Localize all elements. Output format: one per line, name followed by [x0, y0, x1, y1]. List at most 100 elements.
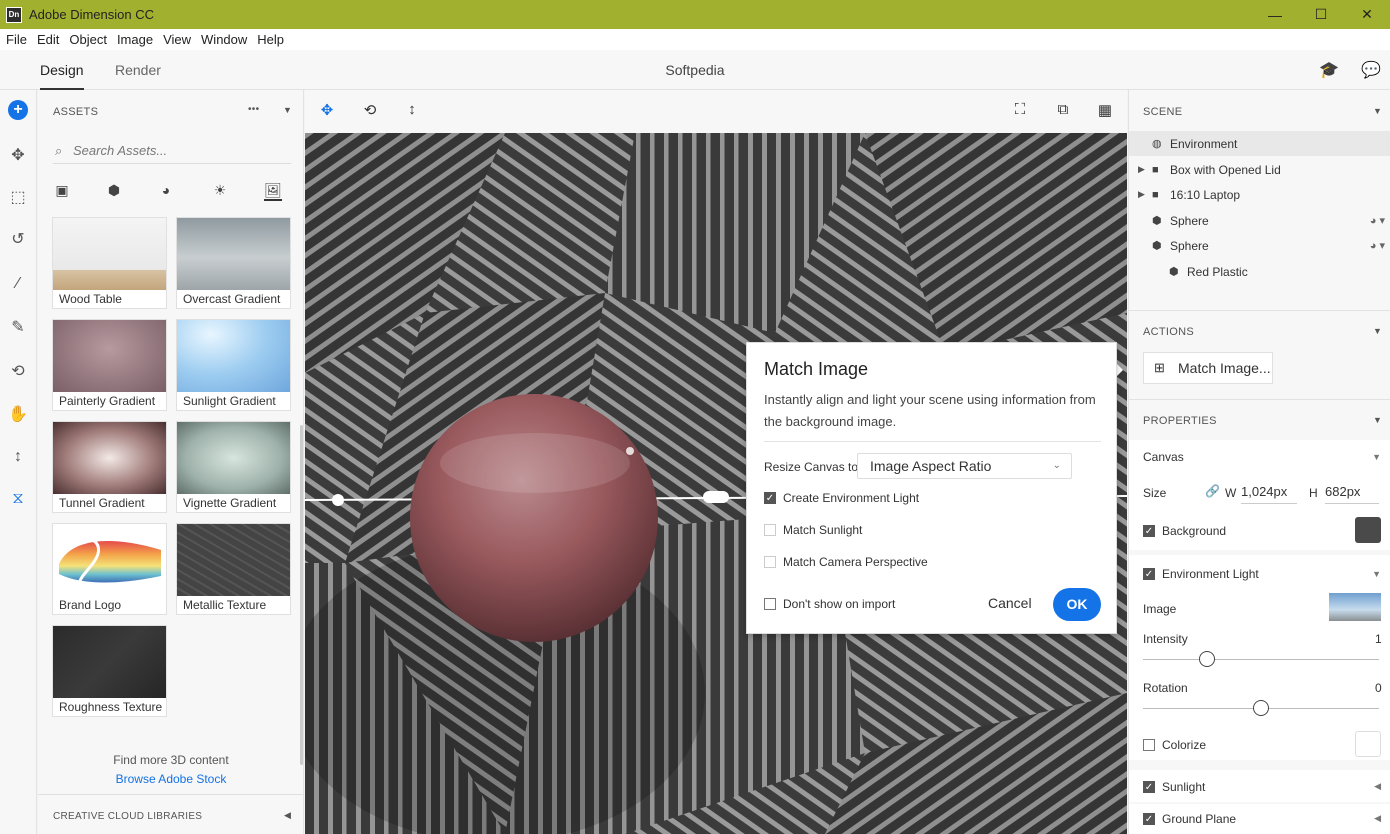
- properties-collapse-icon[interactable]: ▼: [1373, 415, 1382, 425]
- sunlight-expand-icon[interactable]: ◀: [1374, 781, 1381, 792]
- fit-view-icon[interactable]: ⛶: [1010, 101, 1030, 121]
- menu-view[interactable]: View: [159, 32, 195, 47]
- scene-item-environment[interactable]: ◍ Environment: [1129, 131, 1390, 156]
- images-category-icon[interactable]: 🖼: [264, 182, 282, 201]
- background-checkbox[interactable]: ✓: [1143, 525, 1155, 537]
- creative-cloud-libraries-section[interactable]: CREATIVE CLOUD LIBRARIES ◀: [38, 794, 304, 834]
- asset-card[interactable]: Wood Table: [52, 217, 167, 309]
- assets-more-icon[interactable]: •••: [248, 104, 259, 115]
- colorize-color-swatch[interactable]: [1355, 731, 1381, 757]
- canvas-collapse-icon[interactable]: ▼: [1372, 452, 1381, 462]
- menu-help[interactable]: Help: [253, 32, 288, 47]
- menu-object[interactable]: Object: [65, 32, 111, 47]
- environment-image-thumbnail[interactable]: [1329, 593, 1381, 621]
- colorize-option[interactable]: Colorize: [1143, 738, 1206, 752]
- ground-plane-expand-icon[interactable]: ◀: [1374, 813, 1381, 824]
- intensity-slider-knob[interactable]: [1198, 651, 1215, 667]
- lights-category-icon[interactable]: ☀: [211, 182, 229, 199]
- learn-icon[interactable]: 🎓: [1319, 60, 1339, 80]
- tab-render[interactable]: Render: [115, 50, 161, 90]
- scene-item-red-plastic[interactable]: ⬢ Red Plastic: [1129, 259, 1390, 284]
- dolly-tool-icon[interactable]: ↕: [6, 445, 30, 469]
- pan-tool-icon[interactable]: ✋: [6, 402, 30, 426]
- sphere-object[interactable]: [410, 394, 658, 642]
- background-option[interactable]: ✓ Background: [1143, 524, 1226, 538]
- asset-card[interactable]: Overcast Gradient: [176, 217, 291, 309]
- asset-card[interactable]: Roughness Texture: [52, 625, 167, 717]
- create-env-light-checkbox[interactable]: ✓: [764, 492, 776, 504]
- environment-light-option[interactable]: ✓ Environment Light: [1143, 567, 1259, 581]
- ground-plane-checkbox[interactable]: ✓: [1143, 813, 1155, 825]
- height-input[interactable]: 682px: [1325, 480, 1379, 504]
- scene-item-sphere[interactable]: ⬢ Sphere ◕ ▾: [1129, 233, 1390, 258]
- sunlight-checkbox[interactable]: ✓: [1143, 781, 1155, 793]
- tab-design[interactable]: Design: [40, 50, 84, 90]
- material-icon[interactable]: ◕ ▾: [1370, 239, 1385, 252]
- select-box-icon[interactable]: ⬚: [6, 185, 30, 209]
- menu-edit[interactable]: Edit: [33, 32, 63, 47]
- asset-card[interactable]: Painterly Gradient: [52, 319, 167, 411]
- render-preview-icon[interactable]: ▦: [1095, 101, 1115, 121]
- search-input[interactable]: ⌕ Search Assets...: [53, 138, 291, 164]
- feedback-icon[interactable]: 💬: [1361, 60, 1381, 80]
- browse-adobe-stock-link[interactable]: Browse Adobe Stock: [38, 772, 304, 786]
- asset-card[interactable]: Metallic Texture: [176, 523, 291, 615]
- rotation-slider-knob[interactable]: [1253, 700, 1269, 716]
- menu-image[interactable]: Image: [113, 32, 157, 47]
- menu-file[interactable]: File: [2, 32, 31, 47]
- graphics-category-icon[interactable]: ◕: [157, 182, 175, 198]
- asset-card[interactable]: Brand Logo: [52, 523, 167, 615]
- models-category-icon[interactable]: ▣: [53, 182, 71, 199]
- eyedropper-icon[interactable]: ✎: [6, 315, 30, 339]
- asset-card[interactable]: Tunnel Gradient: [52, 421, 167, 513]
- scene-item-laptop[interactable]: ▶ ■ 16:10 Laptop: [1129, 182, 1390, 207]
- assets-collapse-icon[interactable]: ▼: [283, 105, 292, 115]
- camera-orbit-icon[interactable]: ✥: [317, 101, 337, 121]
- orbit-tool-icon[interactable]: ⟲: [6, 359, 30, 383]
- match-image-button[interactable]: ⊞ Match Image...: [1143, 352, 1273, 384]
- material-icon[interactable]: ◕ ▾: [1370, 214, 1385, 227]
- assets-panel: ASSETS ••• ▼ ⌕ Search Assets... ▣ ⬢ ◕ ☀ …: [38, 90, 304, 834]
- cancel-button[interactable]: Cancel: [988, 595, 1032, 611]
- magic-wand-icon[interactable]: ⁄: [6, 272, 30, 296]
- create-env-light-option[interactable]: ✓ Create Environment Light: [764, 491, 919, 505]
- environment-light-label: Environment Light: [1162, 567, 1259, 581]
- maximize-button[interactable]: ☐: [1298, 0, 1344, 29]
- resize-canvas-select[interactable]: Image Aspect Ratio ⌄: [857, 453, 1072, 479]
- horizon-tool-icon[interactable]: ⧖: [6, 487, 30, 511]
- rotation-slider[interactable]: [1143, 700, 1379, 716]
- dont-show-option[interactable]: Don't show on import: [764, 597, 895, 611]
- environment-light-checkbox[interactable]: ✓: [1143, 568, 1155, 580]
- camera-bookmark-icon[interactable]: ⧉: [1053, 101, 1073, 121]
- actions-collapse-icon[interactable]: ▼: [1373, 326, 1382, 336]
- width-input[interactable]: 1,024px: [1241, 480, 1297, 504]
- ground-plane-option[interactable]: ✓ Ground Plane: [1143, 812, 1236, 826]
- libraries-expand-icon[interactable]: ◀: [284, 810, 291, 821]
- assets-scrollbar[interactable]: [300, 425, 303, 765]
- background-color-swatch[interactable]: [1355, 517, 1381, 543]
- select-move-icon[interactable]: ✥: [6, 143, 30, 167]
- intensity-slider[interactable]: [1143, 651, 1379, 667]
- environment-light-collapse-icon[interactable]: ▼: [1372, 569, 1381, 579]
- asset-card[interactable]: Sunlight Gradient: [176, 319, 291, 411]
- menu-window[interactable]: Window: [197, 32, 251, 47]
- materials-category-icon[interactable]: ⬢: [105, 182, 123, 199]
- dont-show-checkbox[interactable]: [764, 598, 776, 610]
- scene-collapse-icon[interactable]: ▼: [1373, 106, 1382, 116]
- scene-item-box[interactable]: ▶ ■ Box with Opened Lid: [1129, 157, 1390, 182]
- camera-pan-icon[interactable]: ⟲: [360, 101, 380, 121]
- rotate-tool-icon[interactable]: ↺: [6, 227, 30, 251]
- asset-thumbnail: [53, 422, 166, 494]
- add-content-icon[interactable]: +: [8, 100, 28, 120]
- expand-arrow-icon[interactable]: ▶: [1138, 164, 1145, 175]
- expand-arrow-icon[interactable]: ▶: [1138, 189, 1145, 200]
- asset-card[interactable]: Vignette Gradient: [176, 421, 291, 513]
- scene-item-sphere[interactable]: ⬢ Sphere ◕ ▾: [1129, 208, 1390, 233]
- close-button[interactable]: ✕: [1344, 0, 1390, 29]
- link-proportions-icon[interactable]: 🔗: [1205, 484, 1220, 498]
- minimize-button[interactable]: —: [1252, 0, 1298, 29]
- ok-button[interactable]: OK: [1053, 588, 1101, 621]
- colorize-checkbox[interactable]: [1143, 739, 1155, 751]
- sunlight-option[interactable]: ✓ Sunlight: [1143, 780, 1205, 794]
- camera-dolly-icon[interactable]: ↕: [402, 101, 422, 121]
